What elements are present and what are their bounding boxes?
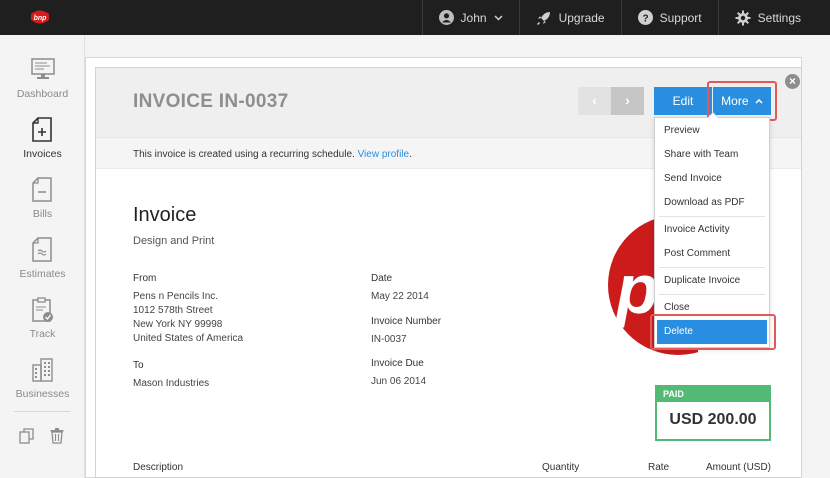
copy-icon[interactable] [19, 428, 35, 444]
to-label: To [133, 360, 144, 371]
gear-icon [735, 10, 751, 25]
monitor-icon [31, 58, 55, 79]
menu-item-download-pdf[interactable]: Download as PDF [655, 191, 769, 215]
clipboard-icon [32, 297, 53, 322]
menu-separator [659, 267, 765, 268]
delete-highlight [650, 314, 776, 350]
sidebar-item-dashboard[interactable]: Dashboard [0, 57, 85, 117]
menu-item-share-with-team[interactable]: Share with Team [655, 143, 769, 167]
next-invoice-button[interactable]: › [611, 87, 644, 115]
close-panel-button[interactable]: × [785, 74, 800, 89]
sidebar: Dashboard Invoices Bills Estimates Track… [0, 35, 85, 478]
column-header-description: Description [133, 462, 184, 473]
invoice-due-value: Jun 06 2014 [371, 376, 427, 387]
sidebar-item-estimates[interactable]: Estimates [0, 237, 85, 297]
help-icon: ? [637, 10, 653, 25]
sidebar-divider [14, 411, 70, 412]
sidebar-label-estimates: Estimates [19, 268, 66, 280]
building-icon [32, 358, 53, 382]
chevron-left-icon: ‹ [592, 92, 597, 108]
invoice-due-label: Invoice Due [371, 358, 424, 369]
menu-separator [659, 216, 765, 217]
menu-separator [659, 294, 765, 295]
invoice-number-value: IN-0037 [371, 334, 407, 345]
column-header-rate: Rate [648, 462, 670, 473]
from-line-3: New York NY 99998 [133, 319, 223, 330]
view-profile-link[interactable]: View profile [358, 149, 410, 160]
from-label: From [133, 273, 157, 284]
to-name: Mason Industries [133, 378, 210, 389]
rocket-icon [536, 11, 550, 25]
sidebar-label-track: Track [29, 328, 56, 340]
sidebar-label-invoices: Invoices [23, 148, 62, 160]
sidebar-item-businesses[interactable]: Businesses [0, 357, 85, 417]
date-value: May 22 2014 [371, 291, 429, 302]
support-link[interactable]: ? Support [620, 0, 718, 35]
svg-text:?: ? [642, 13, 648, 24]
user-avatar-icon [438, 10, 454, 25]
trash-icon[interactable] [50, 428, 64, 444]
menu-item-send-invoice[interactable]: Send Invoice [655, 167, 769, 191]
sidebar-label-bills: Bills [32, 208, 53, 220]
date-label: Date [371, 273, 393, 284]
top-bar: bnp John Upgrade ? Support Settings [0, 0, 830, 35]
upgrade-link[interactable]: Upgrade [518, 0, 621, 35]
document-subtitle: Design and Print [133, 235, 215, 247]
sidebar-item-bills[interactable]: Bills [0, 177, 85, 237]
settings-link[interactable]: Settings [717, 0, 830, 35]
menu-item-post-comment[interactable]: Post Comment [655, 242, 769, 266]
user-name: John [460, 10, 487, 25]
paid-amount: USD 200.00 [669, 411, 757, 428]
upgrade-label: Upgrade [558, 10, 605, 25]
sidebar-item-track[interactable]: Track [0, 297, 85, 357]
chevron-down-icon [494, 14, 503, 21]
previous-invoice-button[interactable]: ‹ [578, 87, 611, 115]
from-line-1: Pens n Pencils Inc. [133, 291, 219, 302]
notice-suffix: . [409, 149, 412, 160]
brand-logo-icon[interactable]: bnp [29, 8, 51, 26]
sidebar-label-businesses: Businesses [15, 388, 70, 400]
edit-button[interactable]: Edit [654, 87, 712, 115]
chevron-right-icon: › [625, 92, 630, 108]
column-header-amount: Amount (USD) [706, 462, 772, 473]
bill-icon [32, 177, 52, 202]
sidebar-label-dashboard: Dashboard [16, 88, 69, 100]
page-title: INVOICE IN-0037 [133, 91, 289, 112]
invoice-number-label: Invoice Number [371, 316, 442, 327]
notice-text: This invoice is created using a recurrin… [133, 149, 355, 160]
estimate-icon [32, 237, 52, 262]
paid-status-badge: PAID [657, 387, 769, 402]
support-label: Support [659, 10, 702, 25]
from-line-4: United States of America [133, 333, 244, 344]
column-header-quantity: Quantity [542, 462, 580, 473]
sidebar-item-invoices[interactable]: Invoices [0, 117, 85, 177]
menu-item-preview[interactable]: Preview [655, 119, 769, 143]
menu-item-duplicate-invoice[interactable]: Duplicate Invoice [655, 269, 769, 293]
svg-text:bnp: bnp [34, 15, 48, 22]
close-icon: × [788, 74, 796, 88]
settings-label: Settings [757, 10, 801, 25]
document-title: Invoice [133, 204, 197, 226]
paid-status-box: PAID USD 200.00 [655, 385, 771, 441]
user-menu[interactable]: John [421, 0, 519, 35]
invoice-icon [32, 117, 52, 142]
from-line-2: 1012 578th Street [133, 305, 213, 316]
menu-item-invoice-activity[interactable]: Invoice Activity [655, 218, 769, 242]
